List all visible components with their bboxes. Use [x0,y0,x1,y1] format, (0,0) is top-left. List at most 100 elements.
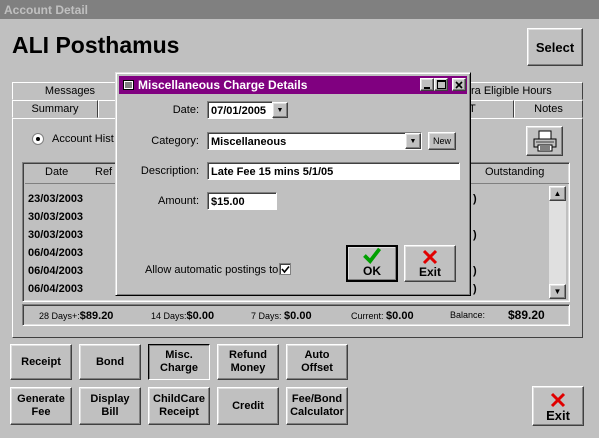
generate-fee-button-label: Generate Fee [17,393,65,418]
column-header-date: Date [45,166,69,178]
description-label: Description: [140,165,199,177]
checkmark-icon [280,265,290,273]
category-dropdown-button[interactable]: ▼ [405,133,421,149]
arrow-up-icon: ▲ [553,189,562,198]
form-icon [123,80,134,90]
patient-name: ALI Posthamus [12,32,180,58]
arrow-down-icon: ▼ [553,287,562,296]
display-bill-button-label: Display Bill [90,393,130,418]
summary-7-label: 7 Days: [251,311,282,321]
credit-button-label: Credit [232,399,264,412]
dialog-exit-button[interactable]: Exit [404,245,456,282]
misc-charge-dialog: Miscellaneous Charge Details Date: 07/01… [115,72,471,296]
checkmark-icon [363,247,382,264]
new-category-button[interactable]: New [428,132,456,150]
select-button[interactable]: Select [527,28,583,66]
table-row-outstanding: ) [473,193,477,205]
receipt-button-label: Receipt [21,355,61,368]
dialog-title: Miscellaneous Charge Details [138,78,308,92]
close-icon [455,80,463,89]
table-row-date[interactable]: 30/03/2003 [28,229,83,241]
amount-label: Amount: [158,195,199,207]
ok-button-label: OK [363,264,381,278]
childcare-receipt-button-label: ChildCare Receipt [153,393,205,418]
new-button-label: New [432,136,451,146]
table-row-date[interactable]: 06/04/2003 [28,265,83,277]
table-row-outstanding: ) [473,265,477,277]
summary-28-value: $89.20 [79,310,114,322]
summary-balance-value: $89.20 [508,308,545,322]
amount-field[interactable]: $15.00 [207,192,277,210]
tab-notes[interactable]: Notes [514,100,583,118]
generate-fee-button[interactable]: Generate Fee [10,387,72,425]
auto-post-label: Allow automatic postings to [145,264,279,276]
print-button[interactable] [526,126,563,156]
bond-button[interactable]: Bond [79,344,141,380]
date-dropdown-button[interactable]: ▼ [272,102,288,118]
scroll-up-button[interactable]: ▲ [549,186,566,201]
auto-offset-button-label: Auto Offset [301,349,333,374]
window-title-bar: Account Detail [0,0,599,19]
close-x-icon [422,249,438,265]
maximize-button[interactable] [434,78,448,91]
chevron-down-icon: ▼ [276,106,284,114]
minimize-icon [424,86,430,89]
refund-money-button-label: Refund Money [229,349,267,374]
window-title: Account Detail [4,3,89,17]
table-row-date[interactable]: 23/03/2003 [28,193,83,205]
fee-bond-calculator-button[interactable]: Fee/Bond Calculator [286,387,348,425]
table-row-date[interactable]: 30/03/2003 [28,211,83,223]
account-history-radio[interactable]: Account Hist [32,133,114,145]
fee-bond-calculator-button-label: Fee/Bond Calculator [290,393,344,418]
category-select[interactable]: Miscellaneous [207,132,422,150]
column-header-ref: Ref [95,166,113,178]
tab-label: ra Eligible Hours [471,85,552,97]
dialog-exit-button-label: Exit [418,265,441,279]
exit-button[interactable]: Exit [532,386,584,426]
display-bill-button[interactable]: Display Bill [79,387,141,425]
credit-button[interactable]: Credit [217,387,279,425]
table-row-date[interactable]: 06/04/2003 [28,247,83,259]
refund-money-button[interactable]: Refund Money [217,344,279,380]
summary-current-label: Current: [351,311,384,321]
account-history-label: Account Hist [52,133,114,145]
tab-label: Summary [31,103,79,115]
summary-14-value: $0.00 [186,310,215,322]
date-label: Date: [172,104,199,116]
tab-label: Messages [44,85,96,97]
category-label: Category: [151,135,199,147]
date-field[interactable]: 07/01/2005 [207,101,273,119]
grid-scrollbar[interactable]: ▲ ▼ [549,186,566,299]
auto-post-checkbox[interactable] [279,263,291,275]
minimize-button[interactable] [420,78,434,91]
column-header-outstanding: Outstanding [485,166,545,178]
misc-charge-button-label: Misc. Charge [160,349,198,374]
summary-28-label: 28 Days+: [39,311,80,321]
auto-offset-button[interactable]: Auto Offset [286,344,348,380]
radio-selected-icon [32,133,44,145]
table-row-outstanding: ) [473,283,477,295]
scroll-down-button[interactable]: ▼ [549,284,566,299]
maximize-icon [436,80,446,89]
misc-charge-button[interactable]: Misc. Charge [148,344,210,380]
childcare-receipt-button[interactable]: ChildCare Receipt [148,387,210,425]
table-row-date[interactable]: 06/04/2003 [28,283,83,295]
description-field[interactable]: Late Fee 15 mins 5/1/05 [207,162,460,180]
tab-extra-eligible-hours[interactable]: ra Eligible Hours [458,82,583,100]
close-x-icon [550,392,566,408]
chevron-down-icon: ▼ [409,137,417,145]
close-button[interactable] [452,78,466,91]
dialog-title-bar[interactable]: Miscellaneous Charge Details [119,76,467,94]
summary-current-value: $0.00 [386,310,414,322]
summary-14-label: 14 Days: [151,311,187,321]
exit-button-label: Exit [546,408,570,423]
tab-messages[interactable]: Messages [12,82,128,100]
tab-label: Notes [534,103,563,115]
printer-icon [533,130,556,152]
ok-button[interactable]: OK [346,245,398,282]
receipt-button[interactable]: Receipt [10,344,72,380]
summary-balance-label: Balance: [450,310,486,320]
summary-7-value: $0.00 [284,310,312,322]
tab-summary[interactable]: Summary [12,100,98,118]
bond-button-label: Bond [95,355,125,368]
